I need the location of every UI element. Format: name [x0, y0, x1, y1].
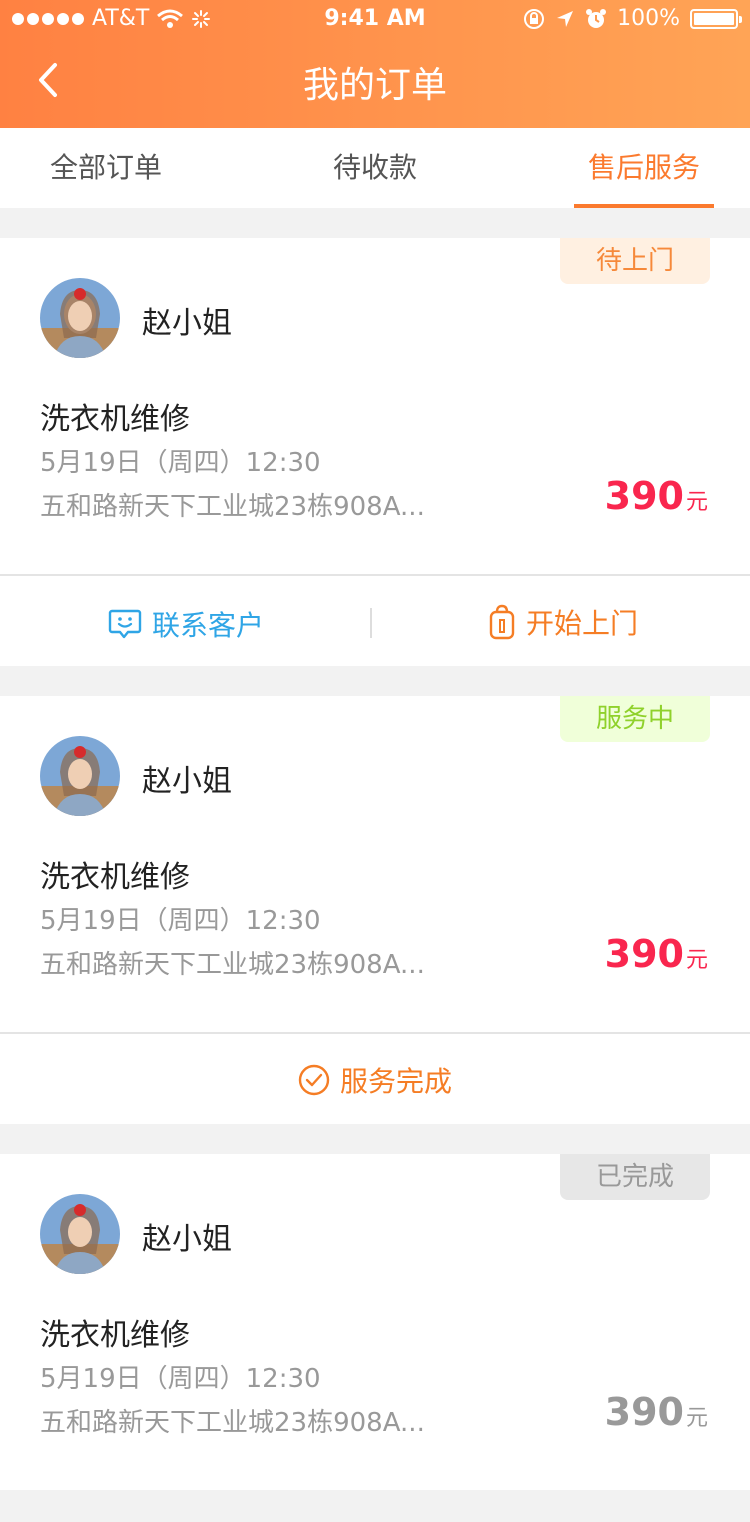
chat-face-icon — [108, 609, 142, 639]
contact-customer-button[interactable]: 联系客户 — [108, 604, 264, 644]
location-pin-icon — [489, 604, 515, 640]
avatar — [40, 278, 120, 358]
status-badge: 待上门 — [560, 238, 710, 284]
customer-name: 赵小姐 — [142, 1222, 232, 1257]
order-card[interactable]: 已完成 赵小姐 洗衣机维修 5月19日（周四）12:30 五和路新天下工业城23… — [0, 1154, 750, 1490]
price-unit: 元 — [685, 490, 708, 515]
price-unit: 元 — [685, 1406, 708, 1431]
avatar — [40, 1194, 120, 1274]
avatar — [40, 736, 120, 816]
action-separator — [370, 608, 372, 638]
tab-pending-payment[interactable]: 待收款 — [305, 128, 445, 208]
location-arrow-icon — [557, 10, 574, 27]
tab-all-orders[interactable]: 全部订单 — [36, 128, 176, 208]
order-card[interactable]: 待上门 赵小姐 洗衣机维修 5月19日（周四）12:30 五和路新天下工业城23… — [0, 238, 750, 666]
divider — [0, 1032, 750, 1034]
address: 五和路新天下工业城23栋908A... — [40, 492, 425, 522]
customer-name: 赵小姐 — [142, 764, 232, 799]
status-badge: 服务中 — [560, 696, 710, 742]
divider — [0, 574, 750, 576]
check-circle-icon — [298, 1064, 330, 1096]
appointment-time: 5月19日（周四）12:30 — [40, 448, 321, 478]
rotation-lock-icon — [524, 8, 545, 29]
service-name: 洗衣机维修 — [40, 402, 190, 437]
price: 390 元 — [605, 1390, 708, 1434]
service-name: 洗衣机维修 — [40, 860, 190, 895]
order-card[interactable]: 服务中 赵小姐 洗衣机维修 5月19日（周四）12:30 五和路新天下工业城23… — [0, 696, 750, 1124]
appointment-time: 5月19日（周四）12:30 — [40, 906, 321, 936]
header: AT&T 9:41 AM 100% 我的订单 — [0, 0, 750, 128]
page-title: 我的订单 — [302, 65, 447, 106]
address: 五和路新天下工业城23栋908A... — [40, 1408, 425, 1438]
service-complete-button[interactable]: 服务完成 — [298, 1060, 452, 1100]
status-badge: 已完成 — [560, 1154, 710, 1200]
status-bar: AT&T 9:41 AM 100% — [0, 0, 750, 40]
action-label: 服务完成 — [340, 1065, 453, 1098]
tab-bar: 全部订单 待收款 售后服务 — [0, 128, 750, 208]
battery-percent: 100% — [617, 6, 680, 31]
status-right: 100% — [523, 6, 742, 31]
start-visit-button[interactable]: 开始上门 — [488, 602, 638, 642]
price-value: 390 — [604, 1390, 684, 1434]
customer-name: 赵小姐 — [142, 306, 232, 341]
tab-active-indicator — [574, 204, 714, 208]
service-name: 洗衣机维修 — [40, 1318, 190, 1353]
address: 五和路新天下工业城23栋908A... — [40, 950, 425, 980]
battery-icon — [690, 8, 742, 29]
alarm-icon — [586, 8, 607, 28]
tab-after-sales[interactable]: 售后服务 — [574, 128, 714, 208]
battery-level — [694, 12, 734, 25]
action-label: 联系客户 — [152, 609, 265, 642]
price: 390 元 — [605, 474, 708, 518]
price-unit: 元 — [685, 948, 708, 973]
action-label: 开始上门 — [526, 607, 639, 640]
price-value: 390 — [604, 932, 684, 976]
price-value: 390 — [604, 474, 684, 518]
appointment-time: 5月19日（周四）12:30 — [40, 1364, 321, 1394]
price: 390 元 — [605, 932, 708, 976]
